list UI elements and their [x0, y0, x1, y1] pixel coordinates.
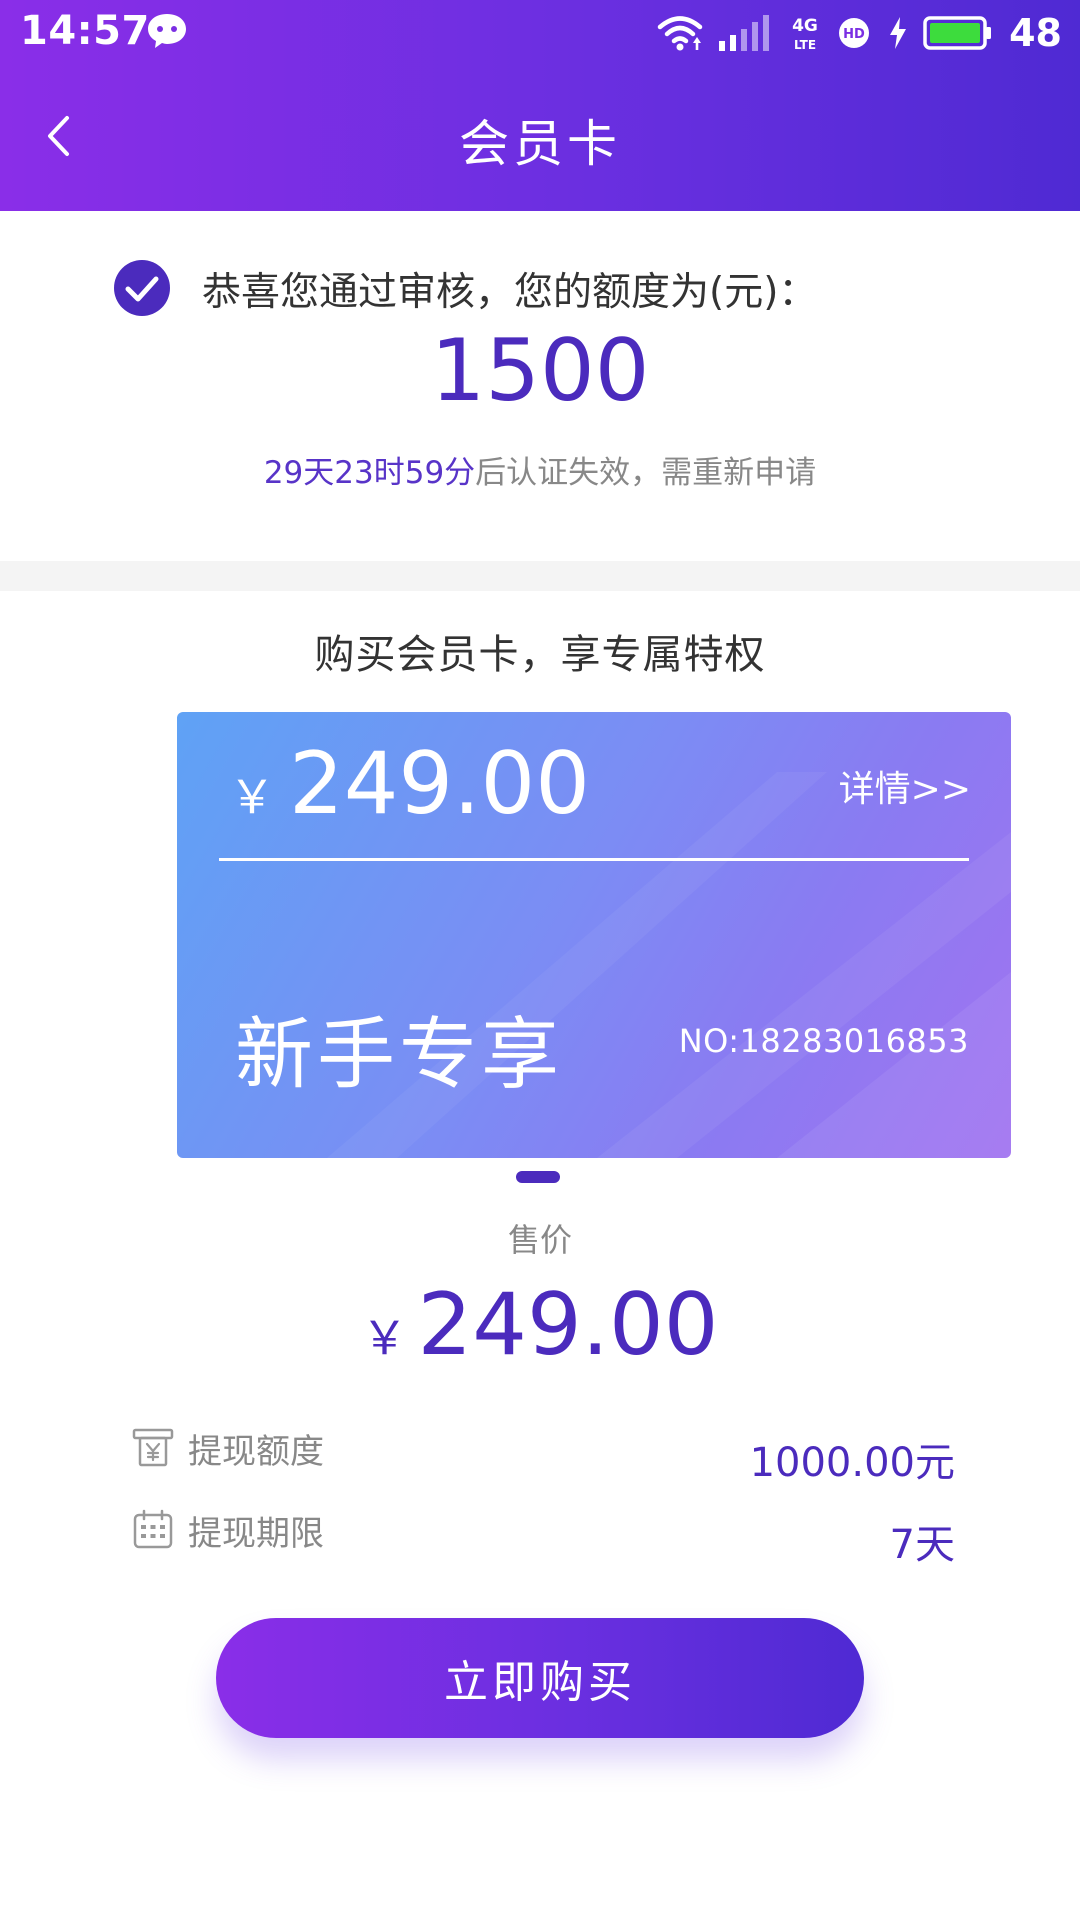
- card-number: NO:18283016853: [678, 1022, 969, 1060]
- calendar-icon: [133, 1509, 173, 1549]
- signal-icon: [719, 15, 770, 51]
- withdraw-limit-row: 提现额度 1000.00元: [130, 1420, 960, 1486]
- card-price: ￥ 249.00: [229, 734, 590, 834]
- purchase-title: 购买会员卡，享专属特权: [314, 632, 766, 678]
- status-icons: 4G LTE HD 48: [657, 10, 1062, 56]
- svg-text:LTE: LTE: [794, 38, 816, 52]
- card-price-amount: 249.00: [289, 734, 590, 834]
- battery-icon: [923, 16, 992, 50]
- withdraw-limit-value: 1000.00元: [749, 1440, 955, 1486]
- battery-level: 48: [1009, 11, 1062, 55]
- atm-yen-icon: [132, 1428, 174, 1467]
- approval-message: 恭喜您通过审核，您的额度为(元)：: [202, 270, 818, 315]
- withdraw-term-row: 提现期限 7天: [130, 1502, 960, 1568]
- withdraw-term-value: 7天: [889, 1522, 955, 1568]
- chat-bubble-icon: [148, 14, 186, 48]
- card-currency: ￥: [229, 770, 275, 824]
- check-circle-icon: [114, 260, 170, 316]
- carousel-indicator: [516, 1171, 560, 1183]
- page-title: 会员卡: [459, 115, 621, 173]
- sale-currency: ￥: [361, 1311, 408, 1365]
- hd-icon: HD: [839, 18, 870, 48]
- wifi-icon: [657, 16, 703, 51]
- sale-label: 售价: [507, 1221, 572, 1259]
- title-bar: 会员卡: [0, 66, 1080, 211]
- buy-now-button[interactable]: 立即购买: [216, 1618, 864, 1738]
- sale-price-amount: 249.00: [417, 1275, 719, 1375]
- status-bar: 14:57 4G LTE HD 48: [0, 0, 1080, 66]
- expire-suffix: 后认证失效，需重新申请: [475, 455, 817, 491]
- card-divider: [219, 858, 969, 861]
- svg-text:4G: 4G: [792, 16, 818, 36]
- credit-amount: 1500: [430, 321, 650, 421]
- svg-text:HD: HD: [843, 27, 865, 42]
- card-label: 新手专享: [235, 1010, 564, 1100]
- countdown-timer: 29天23时59分: [263, 455, 476, 491]
- withdraw-term-label: 提现期限: [188, 1514, 324, 1554]
- expire-notice: 29天23时59分后认证失效，需重新申请: [0, 447, 1080, 492]
- approval-section: 恭喜您通过审核，您的额度为(元)： 1500 29天23时59分后认证失效，需重…: [0, 211, 1080, 561]
- sale-price: ￥ 249.00: [0, 1275, 1080, 1375]
- app-header: 14:57 4G LTE HD 48 会员卡: [0, 0, 1080, 211]
- section-divider: [0, 561, 1080, 591]
- card-detail-link[interactable]: 详情>>: [839, 760, 971, 812]
- status-time: 14:57: [20, 8, 150, 54]
- network-type-icon: 4G LTE: [792, 16, 818, 52]
- charging-icon: [890, 17, 907, 49]
- withdraw-limit-label: 提现额度: [188, 1432, 324, 1472]
- member-card[interactable]: ￥ 249.00 详情>> 新手专享 NO:18283016853: [177, 712, 1011, 1158]
